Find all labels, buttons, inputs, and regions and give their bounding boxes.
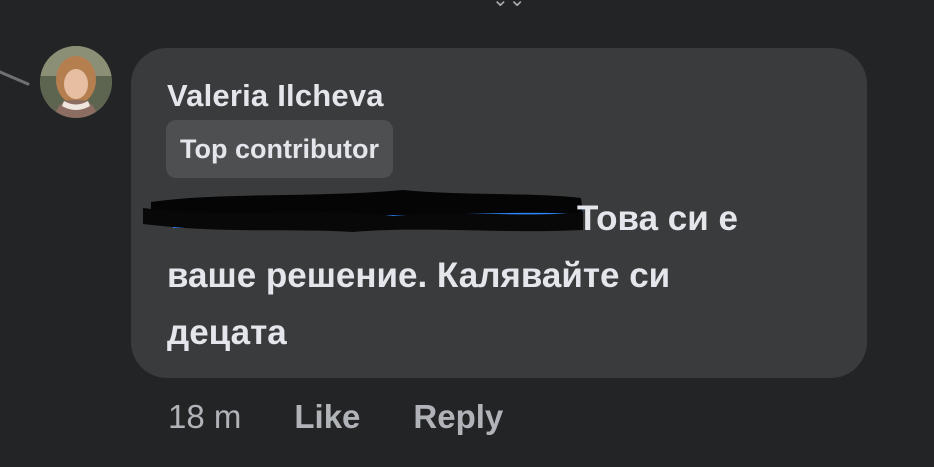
comment-text: Това си е ваше решение. Калявайте си дец… (167, 190, 837, 361)
thread-connector-icon (0, 70, 30, 86)
comment-text-line-2: ваше решение. Калявайте си (167, 256, 671, 295)
comment-actions: 18 m Like Reply (168, 392, 556, 442)
comment-bubble: Valeria Ilcheva Top contributor Това си … (131, 48, 867, 378)
avatar[interactable] (40, 46, 112, 118)
comment-text-line-1: Това си е (577, 199, 738, 238)
comment-author-name[interactable]: Valeria Ilcheva (167, 78, 384, 114)
reply-button[interactable]: Reply (413, 398, 503, 436)
like-button[interactable]: Like (294, 398, 360, 436)
user-avatar-photo-icon (40, 46, 112, 118)
previous-comment-edge: ⌄⌄ (492, 0, 552, 6)
comment-text-line-3: децата (167, 313, 287, 352)
top-contributor-badge[interactable]: Top contributor (166, 120, 393, 178)
comment-timestamp[interactable]: 18 m (168, 398, 241, 436)
